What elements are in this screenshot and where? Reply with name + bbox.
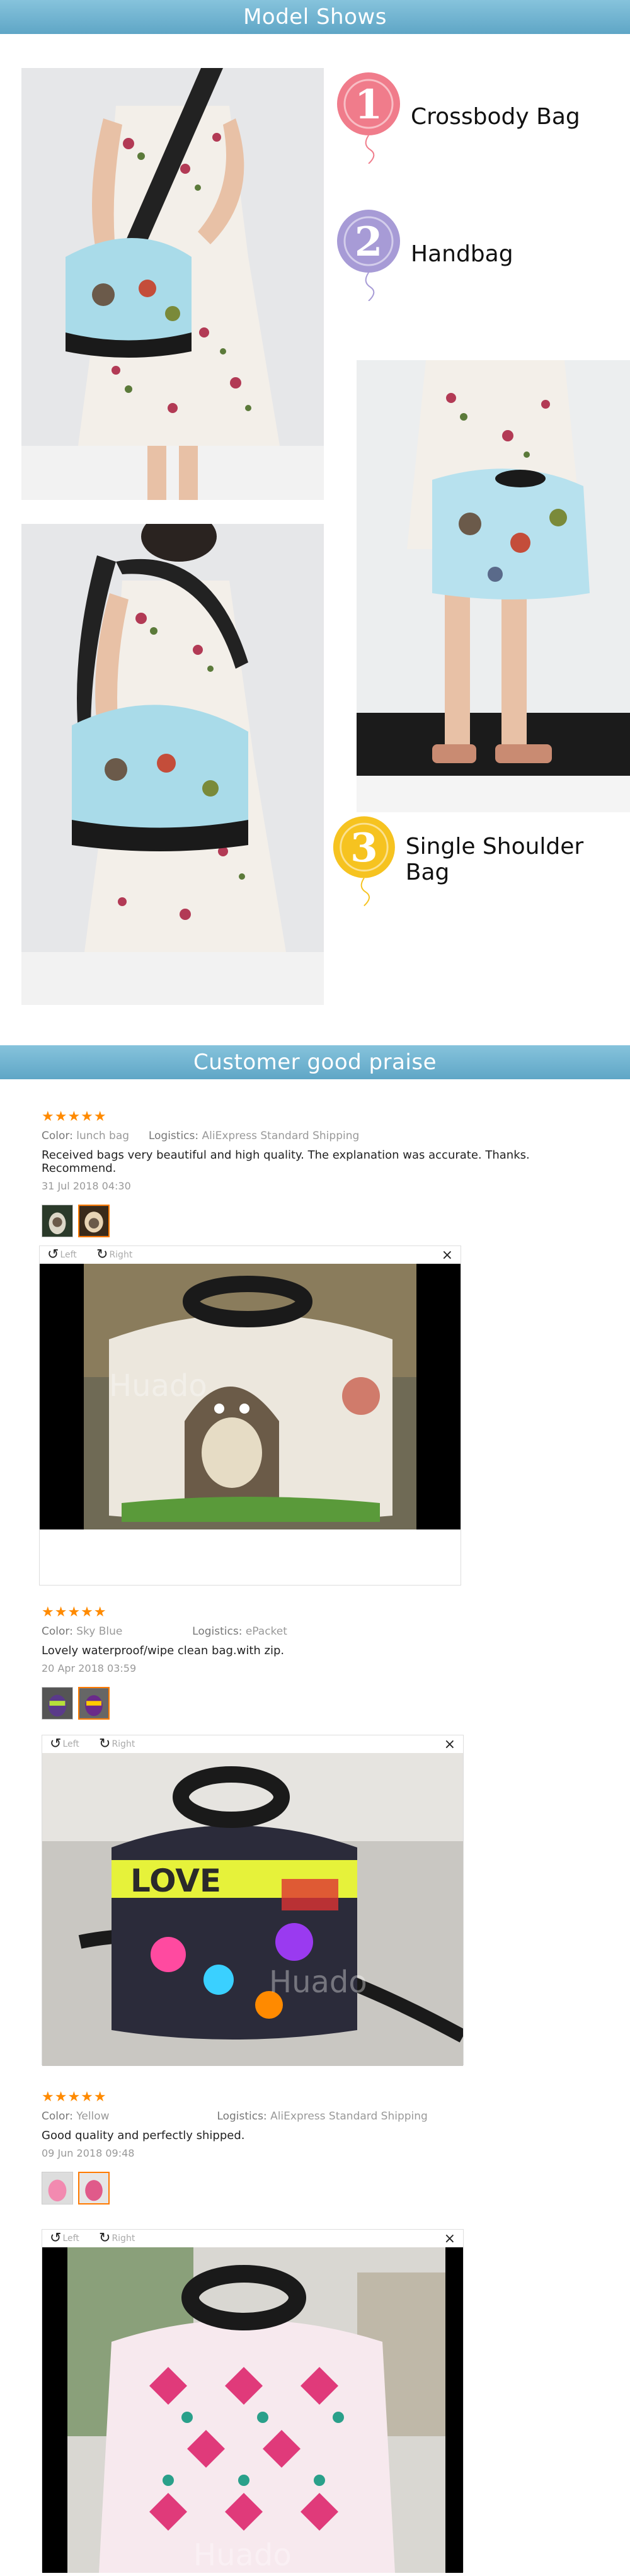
review-thumbnail-selected[interactable] [78,1687,110,1720]
review-thumbnail-selected[interactable] [78,2172,110,2204]
rotate-right-button[interactable]: ↻ Right [99,1736,135,1752]
review-date: 09 Jun 2018 09:48 [42,2147,135,2159]
review-meta: Color: Yellow Logistics: AliExpress Stan… [42,2110,428,2123]
review-text: Received bags very beautiful and high qu… [42,1149,530,1175]
model-label-text: Crossbody Bag [411,103,580,130]
close-icon[interactable]: × [444,2231,455,2247]
viewer-toolbar: ↺ Left ↻ Right × [42,2230,463,2247]
svg-text:1: 1 [355,81,383,128]
review-photo[interactable]: LOVE Huado [42,1753,463,2066]
review-thumbnail[interactable] [42,1687,73,1720]
review-thumbnail[interactable] [42,2172,73,2204]
review-photo[interactable]: Huado [42,2247,463,2573]
model-label-text: Handbag [411,241,513,267]
svg-text:Huado: Huado [269,1965,367,2000]
review-photo[interactable]: Huado [40,1264,461,1529]
model-photo-shoulder [21,524,324,1005]
model-label-text: Single Shoulder Bag [405,834,584,885]
star-rating: ★★★★★ [42,2089,107,2105]
rotate-right-icon: ↻ [96,1247,108,1262]
rotate-left-button[interactable]: ↺ Left [50,2232,79,2245]
number-balloon-icon: 2 [337,210,400,301]
rotate-left-button[interactable]: ↺ Left [50,1736,79,1752]
review-meta: Color: Sky Blue Logistics: ePacket [42,1625,287,1638]
review-3: ★★★★★ Color: Yellow Logistics: AliExpres… [42,2090,596,2204]
svg-text:2: 2 [355,218,383,266]
image-viewer-3: ↺ Left ↻ Right × Huado [42,2229,464,2573]
review-thumbnails [42,1205,596,1237]
rotate-left-icon: ↺ [50,1736,62,1752]
model-label-2: 2 Handbag [334,207,513,301]
rotate-left-icon: ↺ [47,1247,59,1262]
model-photo-handbag [357,360,630,812]
rotate-left-button[interactable]: ↺ Left [47,1247,77,1262]
review-thumbnails [42,2172,596,2204]
model-label-3: 3 Single Shoulder Bag [330,812,630,907]
rotate-right-icon: ↻ [99,1736,111,1752]
close-icon[interactable]: × [444,1737,455,1752]
model-photo-crossbody [21,68,324,500]
viewer-toolbar: ↺ Left ↻ Right × [42,1735,463,1753]
star-rating: ★★★★★ [42,1604,107,1620]
review-date: 31 Jul 2018 04:30 [42,1180,131,1192]
svg-text:Huado: Huado [109,1368,207,1404]
review-thumbnail-selected[interactable] [78,1205,110,1237]
model-shows-banner: Model Shows [0,0,630,34]
number-balloon-icon: 3 [333,816,395,907]
review-thumbnail[interactable] [42,1205,73,1237]
review-text: Good quality and perfectly shipped. [42,2129,245,2142]
close-icon[interactable]: × [442,1247,453,1263]
review-1: ★★★★★ Color: lunch bag Logistics: AliExp… [42,1109,596,1237]
review-date: 20 Apr 2018 03:59 [42,1662,137,1674]
model-label-1: 1 Crossbody Bag [334,69,580,164]
rotate-right-icon: ↻ [99,2230,111,2246]
review-meta: Color: lunch bag Logistics: AliExpress S… [42,1130,360,1142]
number-balloon-icon: 1 [337,72,400,164]
review-text: Lovely waterproof/wipe clean bag.with zi… [42,1644,285,1657]
svg-text:3: 3 [350,824,378,871]
svg-text:Huado: Huado [193,2538,292,2573]
rotate-right-button[interactable]: ↻ Right [99,2232,135,2245]
svg-text:LOVE: LOVE [130,1863,221,1899]
review-thumbnails [42,1687,596,1720]
star-rating: ★★★★★ [42,1109,107,1125]
image-viewer-2: ↺ Left ↻ Right × LOVE Huado [42,1735,464,2066]
rotate-left-icon: ↺ [50,2230,62,2246]
image-viewer-1: ↺ Left ↻ Right × Huado [39,1245,461,1586]
review-2: ★★★★★ Color: Sky Blue Logistics: ePacket… [42,1605,596,1720]
rotate-right-button[interactable]: ↻ Right [96,1247,132,1262]
viewer-toolbar: ↺ Left ↻ Right × [40,1246,461,1264]
customer-praise-banner: Customer good praise [0,1045,630,1079]
